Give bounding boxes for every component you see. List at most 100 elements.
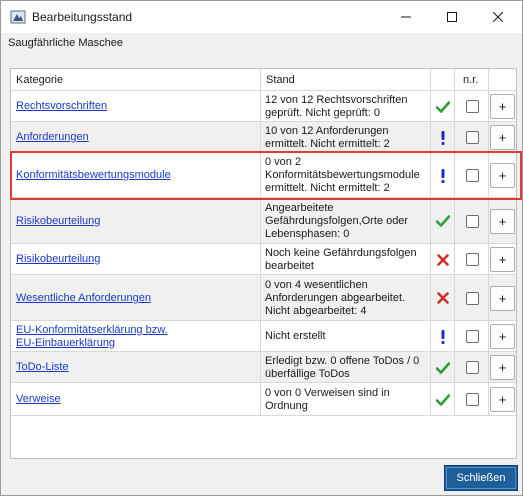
cell-kategorie: Verweise	[11, 383, 261, 415]
nr-checkbox[interactable]	[466, 393, 479, 406]
cell-add: +	[489, 122, 516, 152]
cell-nr	[455, 91, 489, 121]
stand-text: Erledigt bzw. 0 offene ToDos / 0 überfäl…	[265, 355, 420, 380]
add-button[interactable]: +	[490, 387, 515, 412]
minimize-button[interactable]	[383, 1, 429, 33]
table-row: Rechtsvorschriften 12 von 12 Rechtsvorsch…	[11, 91, 516, 122]
close-button[interactable]: Schließen	[444, 465, 518, 491]
close-window-button[interactable]	[475, 1, 521, 33]
cell-stand: Nicht erstellt	[261, 321, 431, 351]
stand-text: 0 von 2 Konformitätsbewertungsmodule erm…	[265, 156, 420, 194]
cell-add: +	[489, 198, 516, 243]
kategorie-link[interactable]: Anforderungen	[16, 131, 89, 144]
cell-status	[431, 91, 455, 121]
add-button[interactable]: +	[490, 355, 515, 380]
cell-status	[431, 321, 455, 351]
cell-stand: Angearbeitete Gefährdungsfolgen,Orte ode…	[261, 198, 431, 243]
cell-add: +	[489, 383, 516, 415]
cell-kategorie: Rechtsvorschriften	[11, 91, 261, 121]
cell-kategorie: ToDo-Liste	[11, 352, 261, 382]
cell-add: +	[489, 244, 516, 274]
add-button[interactable]: +	[490, 324, 515, 349]
cell-status	[431, 122, 455, 152]
maximize-button[interactable]	[429, 1, 475, 33]
cell-nr	[455, 352, 489, 382]
cell-kategorie: Wesentliche Anforderungen	[11, 275, 261, 320]
check-icon	[435, 213, 451, 229]
stand-text: 0 von 0 Verweisen sind in Ordnung	[265, 387, 390, 412]
column-header-add	[489, 69, 516, 91]
cell-nr	[455, 383, 489, 415]
stand-text: Noch keine Gefährdungsfolgen bearbeitet	[265, 247, 417, 272]
column-header-nr[interactable]: n.r.	[455, 69, 489, 91]
stand-text: 0 von 4 wesentlichen Anforderungen abgea…	[265, 279, 406, 317]
nr-checkbox[interactable]	[466, 292, 479, 305]
cell-status	[431, 244, 455, 274]
cell-stand: Noch keine Gefährdungsfolgen bearbeitet	[261, 244, 431, 274]
cell-stand: 0 von 4 wesentlichen Anforderungen abgea…	[261, 275, 431, 320]
stand-text: 10 von 12 Anforderungen ermittelt. Nicht…	[265, 125, 390, 150]
cell-nr	[455, 122, 489, 152]
nr-checkbox[interactable]	[466, 330, 479, 343]
close-icon	[493, 12, 503, 22]
cell-status	[431, 352, 455, 382]
cell-stand: 12 von 12 Rechtsvorschriften geprüft. Ni…	[261, 91, 431, 121]
nr-checkbox[interactable]	[466, 100, 479, 113]
cross-icon	[435, 290, 451, 306]
cell-add: +	[489, 321, 516, 351]
nr-checkbox[interactable]	[466, 169, 479, 182]
cell-nr	[455, 275, 489, 320]
dialog-window: Bearbeitungsstand Saugfährliche Maschee …	[0, 0, 523, 496]
cell-stand: 10 von 12 Anforderungen ermittelt. Nicht…	[261, 122, 431, 152]
cross-icon	[435, 252, 451, 268]
machine-name-label: Saugfährliche Maschee	[8, 37, 123, 49]
add-button[interactable]: +	[490, 125, 515, 150]
exclamation-icon	[435, 130, 451, 146]
kategorie-link[interactable]: Rechtsvorschriften	[16, 100, 107, 113]
cell-kategorie: Risikobeurteilung	[11, 198, 261, 243]
table-row: ToDo-Liste Erledigt bzw. 0 offene ToDos /…	[11, 352, 516, 383]
kategorie-link[interactable]: Wesentliche Anforderungen	[16, 292, 151, 305]
kategorie-link[interactable]: Risikobeurteilung	[16, 253, 100, 266]
maximize-icon	[447, 12, 457, 22]
cell-nr	[455, 244, 489, 274]
table-row: Risikobeurteilung Noch keine Gefährdungsf…	[11, 244, 516, 275]
column-header-kategorie[interactable]: Kategorie	[11, 69, 261, 91]
kategorie-link[interactable]: EU-Konformitätserklärung bzw. EU-Einbaue…	[16, 324, 168, 350]
cell-nr	[455, 321, 489, 351]
cell-status	[431, 198, 455, 243]
nr-checkbox[interactable]	[466, 361, 479, 374]
add-button[interactable]: +	[490, 209, 515, 234]
add-button[interactable]: +	[490, 247, 515, 272]
check-icon	[435, 392, 451, 408]
kategorie-link[interactable]: Risikobeurteilung	[16, 215, 100, 228]
column-header-status[interactable]	[431, 69, 455, 91]
stand-text: Nicht erstellt	[265, 330, 326, 342]
add-button[interactable]: +	[490, 163, 515, 188]
stand-text: Angearbeitete Gefährdungsfolgen,Orte ode…	[265, 202, 409, 240]
table-row: Wesentliche Anforderungen 0 von 4 wesentl…	[11, 275, 516, 321]
cell-status	[431, 153, 455, 197]
nr-checkbox[interactable]	[466, 253, 479, 266]
add-button[interactable]: +	[490, 94, 515, 119]
cell-add: +	[489, 91, 516, 121]
add-button[interactable]: +	[490, 286, 515, 311]
status-table: Kategorie Stand n.r. Rechtsvorschriften 1…	[10, 68, 517, 459]
kategorie-link[interactable]: Konformitätsbewertungsmodule	[16, 169, 171, 182]
check-icon	[435, 99, 451, 115]
cell-add: +	[489, 275, 516, 320]
kategorie-link[interactable]: ToDo-Liste	[16, 361, 69, 374]
exclamation-icon	[435, 168, 451, 184]
cell-stand: 0 von 0 Verweisen sind in Ordnung	[261, 383, 431, 415]
cell-kategorie: Anforderungen	[11, 122, 261, 152]
column-header-stand[interactable]: Stand	[261, 69, 431, 91]
title-bar[interactable]: Bearbeitungsstand	[1, 1, 522, 33]
table-row: Konformitätsbewertungsmodule 0 von 2 Konf…	[11, 153, 516, 198]
cell-kategorie: EU-Konformitätserklärung bzw. EU-Einbaue…	[11, 321, 261, 351]
table-row: Anforderungen 10 von 12 Anforderungen erm…	[11, 122, 516, 153]
nr-checkbox[interactable]	[466, 215, 479, 228]
stand-text: 12 von 12 Rechtsvorschriften geprüft. Ni…	[265, 94, 408, 119]
kategorie-link[interactable]: Verweise	[16, 393, 61, 406]
nr-checkbox[interactable]	[466, 131, 479, 144]
app-icon	[10, 9, 26, 25]
